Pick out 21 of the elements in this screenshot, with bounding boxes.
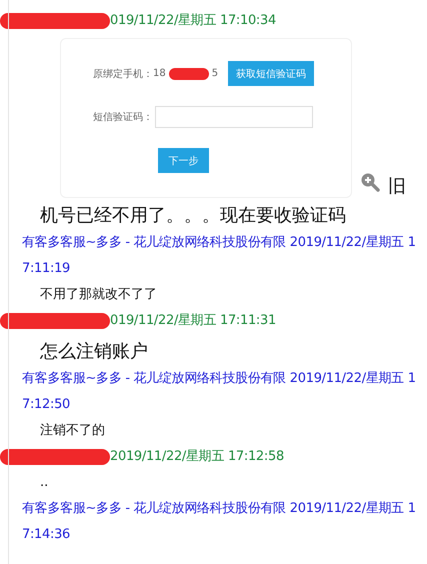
phone-number: 18 bbox=[153, 68, 166, 79]
message-text: 注销不了的 bbox=[39, 422, 106, 440]
message-text: 怎么注销账户 bbox=[39, 340, 149, 364]
message-text: .. bbox=[39, 474, 50, 492]
message-text: 旧 bbox=[388, 175, 406, 198]
message-text: 不用了那就改不了了 bbox=[39, 286, 158, 304]
message-header: 有客多客服~多多 - 花儿绽放网络科技股份有限 2019/11/22/星期五 17:11:19 bbox=[22, 234, 417, 278]
message-header: 有客多客服~多多 - 花儿绽放网络科技股份有限 2019/11/22/星期五 17:14:36 bbox=[22, 500, 417, 544]
message-header: 有客多客服~多多 - 花儿绽放网络科技股份有限 2019/11/22/星期五 17:12:50 bbox=[22, 370, 417, 414]
get-code-button[interactable]: 获取短信验证码 bbox=[228, 61, 314, 86]
message-header: 019/11/22/星期五 17:11:31 bbox=[110, 312, 276, 330]
message-header: 2019/11/22/星期五 17:12:58 bbox=[110, 448, 284, 466]
message-header: 019/11/22/星期五 17:10:34 bbox=[110, 12, 276, 30]
phone-label: 原绑定手机： bbox=[93, 68, 153, 80]
message-text: 机号已经不用了。。。现在要收验证码 bbox=[39, 204, 347, 228]
code-label: 短信验证码： bbox=[93, 111, 153, 124]
next-button[interactable]: 下一步 bbox=[158, 148, 209, 173]
zoom-in-icon[interactable] bbox=[360, 172, 380, 192]
phone-number: 5 bbox=[212, 68, 218, 79]
redaction-mark bbox=[168, 68, 209, 80]
code-input-field[interactable] bbox=[155, 106, 313, 128]
